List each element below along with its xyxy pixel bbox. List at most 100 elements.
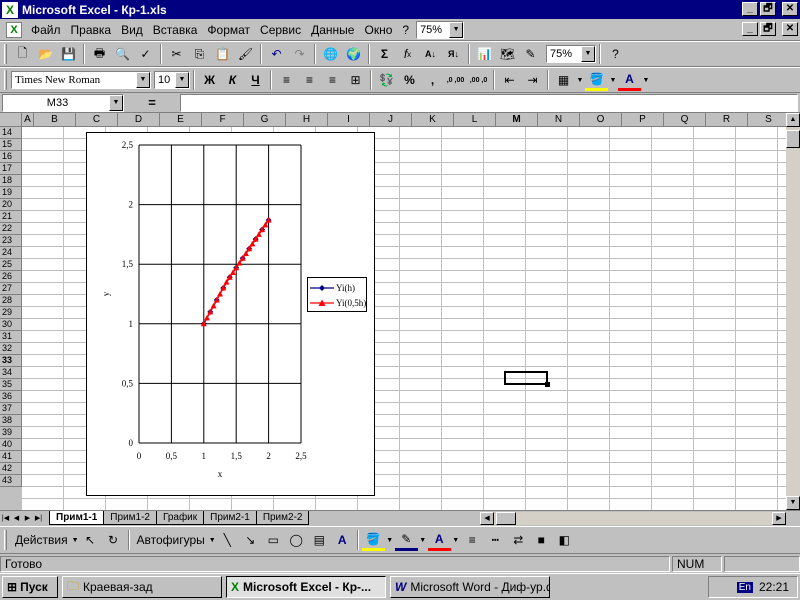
equals-button[interactable]: = (124, 95, 180, 110)
font-size-select[interactable]: 10 ▼ (154, 71, 190, 89)
row-header-35[interactable]: 35 (0, 379, 22, 391)
new-file-icon[interactable]: 🗋 (11, 43, 34, 65)
bold-button[interactable]: Ж (198, 69, 221, 91)
dash-style-icon[interactable]: ┅ (484, 529, 507, 551)
horizontal-scrollbar[interactable]: ◀ ▶ (480, 512, 786, 525)
column-header-g[interactable]: G (244, 113, 286, 127)
function-icon[interactable]: fx (396, 43, 419, 65)
menu-zoom-select[interactable]: 75% ▼ (416, 20, 465, 39)
active-cell[interactable] (504, 371, 550, 387)
undo-icon[interactable]: ↶ (265, 43, 288, 65)
text-box-icon[interactable]: ▤ (308, 529, 331, 551)
doc-minimize-button[interactable]: _ (742, 22, 758, 36)
row-header-23[interactable]: 23 (0, 235, 22, 247)
start-button[interactable]: ⊞ Пуск (2, 576, 58, 598)
restore-button[interactable]: 🗗 (760, 2, 776, 16)
scroll-down-icon[interactable]: ▼ (786, 496, 800, 510)
last-sheet-icon[interactable]: ▶| (33, 512, 44, 525)
increase-decimal-button[interactable]: ,0 ,00 (444, 69, 467, 91)
hscroll-thumb[interactable] (496, 512, 516, 525)
row-header-37[interactable]: 37 (0, 403, 22, 415)
row-header-24[interactable]: 24 (0, 247, 22, 259)
row-header-19[interactable]: 19 (0, 187, 22, 199)
percent-button[interactable]: % (398, 69, 421, 91)
increase-indent-icon[interactable]: ⇥ (521, 69, 544, 91)
column-header-k[interactable]: K (412, 113, 454, 127)
toolbar-grip[interactable] (4, 530, 7, 550)
sheet-tab-grafik[interactable]: График (155, 511, 205, 525)
currency-icon[interactable]: 💱 (375, 69, 398, 91)
column-header-q[interactable]: Q (664, 113, 706, 127)
minimize-button[interactable]: _ (742, 2, 758, 16)
menu-insert[interactable]: Вставка (148, 23, 203, 37)
column-header-c[interactable]: C (76, 113, 118, 127)
arrow-icon[interactable]: ↘ (239, 529, 262, 551)
paste-icon[interactable]: 📋 (211, 43, 234, 65)
row-header-32[interactable]: 32 (0, 343, 22, 355)
row-header-39[interactable]: 39 (0, 427, 22, 439)
column-header-l[interactable]: L (454, 113, 496, 127)
3d-icon[interactable]: ◧ (553, 529, 576, 551)
chevron-down-icon[interactable]: ▼ (451, 529, 461, 551)
chart-legend[interactable]: Yi(h) Yi(0,5h) (307, 277, 367, 312)
row-header-25[interactable]: 25 (0, 259, 22, 271)
column-header-i[interactable]: I (328, 113, 370, 127)
sheet-tab-prim2-2[interactable]: Прим2-2 (255, 511, 310, 525)
chevron-down-icon[interactable]: ▼ (385, 529, 395, 551)
column-header-d[interactable]: D (118, 113, 160, 127)
row-header-42[interactable]: 42 (0, 463, 22, 475)
arrow-style-icon[interactable]: ⇄ (507, 529, 530, 551)
row-header-22[interactable]: 22 (0, 223, 22, 235)
format-painter-icon[interactable]: 🖌 (234, 43, 257, 65)
copy-icon[interactable]: ⎘ (188, 43, 211, 65)
borders-icon[interactable]: ▦ (552, 69, 575, 91)
chevron-down-icon[interactable]: ▼ (575, 69, 585, 91)
align-center-icon[interactable]: ≡ (298, 69, 321, 91)
row-header-15[interactable]: 15 (0, 139, 22, 151)
drawing-icon[interactable]: ✎ (519, 43, 542, 65)
row-header-27[interactable]: 27 (0, 283, 22, 295)
vertical-scrollbar[interactable]: ▲ ▼ (786, 113, 800, 510)
row-header-14[interactable]: 14 (0, 127, 22, 139)
comma-button[interactable]: , (421, 69, 444, 91)
italic-button[interactable]: К (221, 69, 244, 91)
column-header-n[interactable]: N (538, 113, 580, 127)
menu-file[interactable]: Файл (26, 23, 66, 37)
column-header-p[interactable]: P (622, 113, 664, 127)
column-header-r[interactable]: R (706, 113, 748, 127)
first-sheet-icon[interactable]: |◀ (0, 512, 11, 525)
row-header-26[interactable]: 26 (0, 271, 22, 283)
open-folder-icon[interactable]: 📂 (34, 43, 57, 65)
column-header-o[interactable]: O (580, 113, 622, 127)
font-select[interactable]: Times New Roman ▼ (11, 71, 151, 89)
rectangle-icon[interactable]: ▭ (262, 529, 285, 551)
row-header-36[interactable]: 36 (0, 391, 22, 403)
sheet-tab-prim1-2[interactable]: Прим1-2 (103, 511, 157, 525)
underline-button[interactable]: Ч (244, 69, 267, 91)
close-button[interactable]: ✕ (782, 2, 798, 16)
sheet-tab-prim1-1[interactable]: Прим1-1 (49, 511, 105, 525)
row-header-16[interactable]: 16 (0, 151, 22, 163)
row-header-43[interactable]: 43 (0, 475, 22, 487)
taskbar-item-folder[interactable]: 🗀 Краевая-зад (62, 576, 222, 598)
autosum-icon[interactable]: Σ (373, 43, 396, 65)
chart-wizard-icon[interactable]: 📊 (473, 43, 496, 65)
row-header-33[interactable]: 33 (0, 355, 22, 367)
shadow-icon[interactable]: ■ (530, 529, 553, 551)
taskbar-item-word[interactable]: W Microsoft Word - Диф-ур.d... (390, 576, 550, 598)
web-toolbar-icon[interactable]: 🌍 (342, 43, 365, 65)
line-color-icon[interactable]: ✎ (394, 529, 418, 551)
menu-view[interactable]: Вид (116, 23, 148, 37)
menu-help[interactable]: ? (397, 23, 414, 37)
menu-data[interactable]: Данные (306, 23, 359, 37)
menu-tools[interactable]: Сервис (255, 23, 306, 37)
menu-window[interactable]: Окно (359, 23, 397, 37)
row-header-20[interactable]: 20 (0, 199, 22, 211)
chevron-down-icon[interactable]: ▼ (418, 529, 428, 551)
row-header-31[interactable]: 31 (0, 331, 22, 343)
font-color-icon[interactable]: A (618, 69, 641, 91)
row-header-28[interactable]: 28 (0, 295, 22, 307)
row-header-17[interactable]: 17 (0, 163, 22, 175)
column-header-m[interactable]: M (496, 113, 538, 127)
line-style-icon[interactable]: ≡ (461, 529, 484, 551)
